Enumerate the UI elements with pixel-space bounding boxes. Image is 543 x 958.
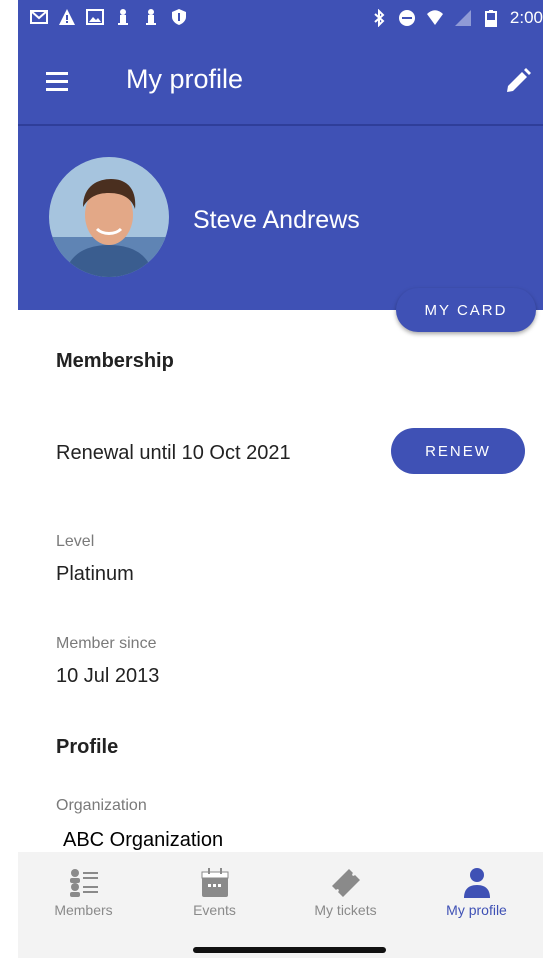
- nav-my-profile[interactable]: My profile: [411, 852, 542, 932]
- avatar: [49, 157, 169, 277]
- home-indicator[interactable]: [193, 947, 386, 953]
- image-icon: [86, 9, 104, 25]
- nav-label: Events: [193, 902, 236, 918]
- bottom-navigation: Members Events My tickets My profile: [18, 852, 543, 958]
- app-bar: My profile: [18, 40, 543, 126]
- warning-icon: [59, 9, 75, 25]
- nav-label: My tickets: [314, 902, 377, 918]
- profile-header: Steve Andrews: [18, 126, 543, 310]
- level-value: Platinum: [56, 563, 134, 585]
- member-since-label: Member since: [56, 635, 157, 652]
- person-icon: [463, 868, 490, 898]
- my-card-button[interactable]: MY CARD: [396, 288, 536, 332]
- status-bar: 2:00: [18, 0, 543, 40]
- chess-piece-icon: [146, 9, 156, 25]
- member-since-value: 10 Jul 2013: [56, 665, 160, 687]
- nav-events[interactable]: Events: [149, 852, 280, 932]
- nav-label: My profile: [446, 902, 507, 918]
- nav-label: Members: [54, 902, 113, 918]
- notification-icons: [30, 8, 188, 26]
- wifi-icon: [426, 10, 443, 25]
- ticket-icon: [331, 869, 360, 897]
- clock: 2:00: [509, 8, 543, 27]
- edit-icon[interactable]: [503, 66, 533, 96]
- members-icon: [69, 869, 98, 897]
- battery-icon: [484, 10, 497, 27]
- organization-label: Organization: [56, 797, 147, 814]
- profile-section-title: Profile: [56, 736, 119, 758]
- gmail-icon: [30, 10, 48, 24]
- nav-members[interactable]: Members: [18, 852, 149, 932]
- level-label: Level: [56, 533, 95, 550]
- membership-section-title: Membership: [56, 350, 174, 372]
- nav-my-tickets[interactable]: My tickets: [280, 852, 411, 932]
- do-not-disturb-icon: [398, 10, 415, 26]
- renewal-text: Renewal until 10 Oct 2021: [56, 442, 291, 464]
- renew-button[interactable]: RENEW: [391, 428, 525, 474]
- signal-icon: [454, 10, 471, 26]
- system-status: 2:00: [370, 8, 543, 28]
- user-name: Steve Andrews: [193, 206, 360, 234]
- bluetooth-icon: [374, 9, 385, 27]
- menu-icon[interactable]: [46, 72, 70, 92]
- organization-value: ABC Organization: [63, 829, 224, 851]
- shield-icon: [172, 9, 186, 25]
- chess-piece-icon: [118, 9, 128, 25]
- page-title: My profile: [126, 64, 244, 94]
- calendar-icon: [201, 868, 228, 897]
